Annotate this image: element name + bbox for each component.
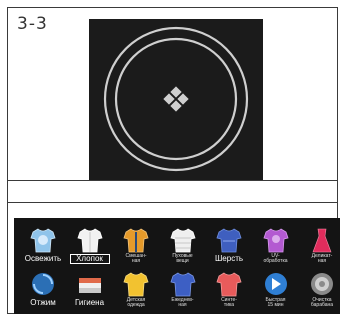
kids-clothes-icon (122, 270, 150, 298)
knob-outer-ring (103, 26, 249, 172)
mixed-jacket-icon (122, 226, 150, 254)
program-quick-15[interactable]: Быстрая 15 мин (255, 268, 297, 314)
program-drum-clean[interactable]: Очистка барабана (301, 268, 343, 314)
divider-top (7, 180, 338, 181)
spin-icon (29, 270, 57, 298)
wool-sweater-icon (215, 226, 243, 254)
program-daily-shirt[interactable]: Ежеднев- ная (162, 268, 204, 314)
program-synthetic-shirt[interactable]: Синте- тика (208, 268, 250, 314)
program-cotton-shirt[interactable]: Хлопок (69, 224, 111, 270)
program-delicate-dress[interactable]: Деликат- ная (301, 224, 343, 270)
program-label: Хлопок (69, 254, 110, 264)
knob-inner-ring (114, 37, 238, 161)
step-number: 3-3 (17, 14, 48, 34)
synthetic-shirt-icon (215, 270, 243, 298)
control-knob-panel (89, 19, 263, 180)
program-uv-shirt[interactable]: UV- обработка (255, 224, 297, 270)
program-label: Очистка барабана (310, 297, 334, 308)
four-diamond-icon (163, 86, 189, 112)
cotton-shirt-icon (76, 226, 104, 254)
hygiene-towel-icon (76, 270, 104, 298)
refresh-shirt-icon (29, 226, 57, 254)
program-label: Деликат- ная (311, 253, 333, 264)
program-down-jacket[interactable]: Пуховые вещи (162, 224, 204, 270)
program-hygiene-towel[interactable]: Гигиена (69, 268, 111, 314)
program-wool-sweater[interactable]: Шерсть (208, 224, 250, 270)
quick-15-icon (262, 270, 290, 298)
program-kids-clothes[interactable]: Детская одежда (115, 268, 157, 314)
program-refresh-shirt[interactable]: Освежить (22, 224, 64, 270)
program-mixed-jacket[interactable]: Смешан- ная (115, 224, 157, 270)
drum-clean-icon (308, 270, 336, 298)
program-selection-strip: Освежить Хлопок Смешан- ная Пуховые вещи Шер… (14, 218, 340, 314)
divider-bottom (7, 202, 338, 203)
daily-shirt-icon (169, 270, 197, 298)
program-label: Освежить (24, 254, 62, 263)
delicate-dress-icon (308, 226, 336, 254)
program-spin[interactable]: Отжим (22, 268, 64, 314)
uv-shirt-icon (262, 226, 290, 254)
down-jacket-icon (169, 226, 197, 254)
